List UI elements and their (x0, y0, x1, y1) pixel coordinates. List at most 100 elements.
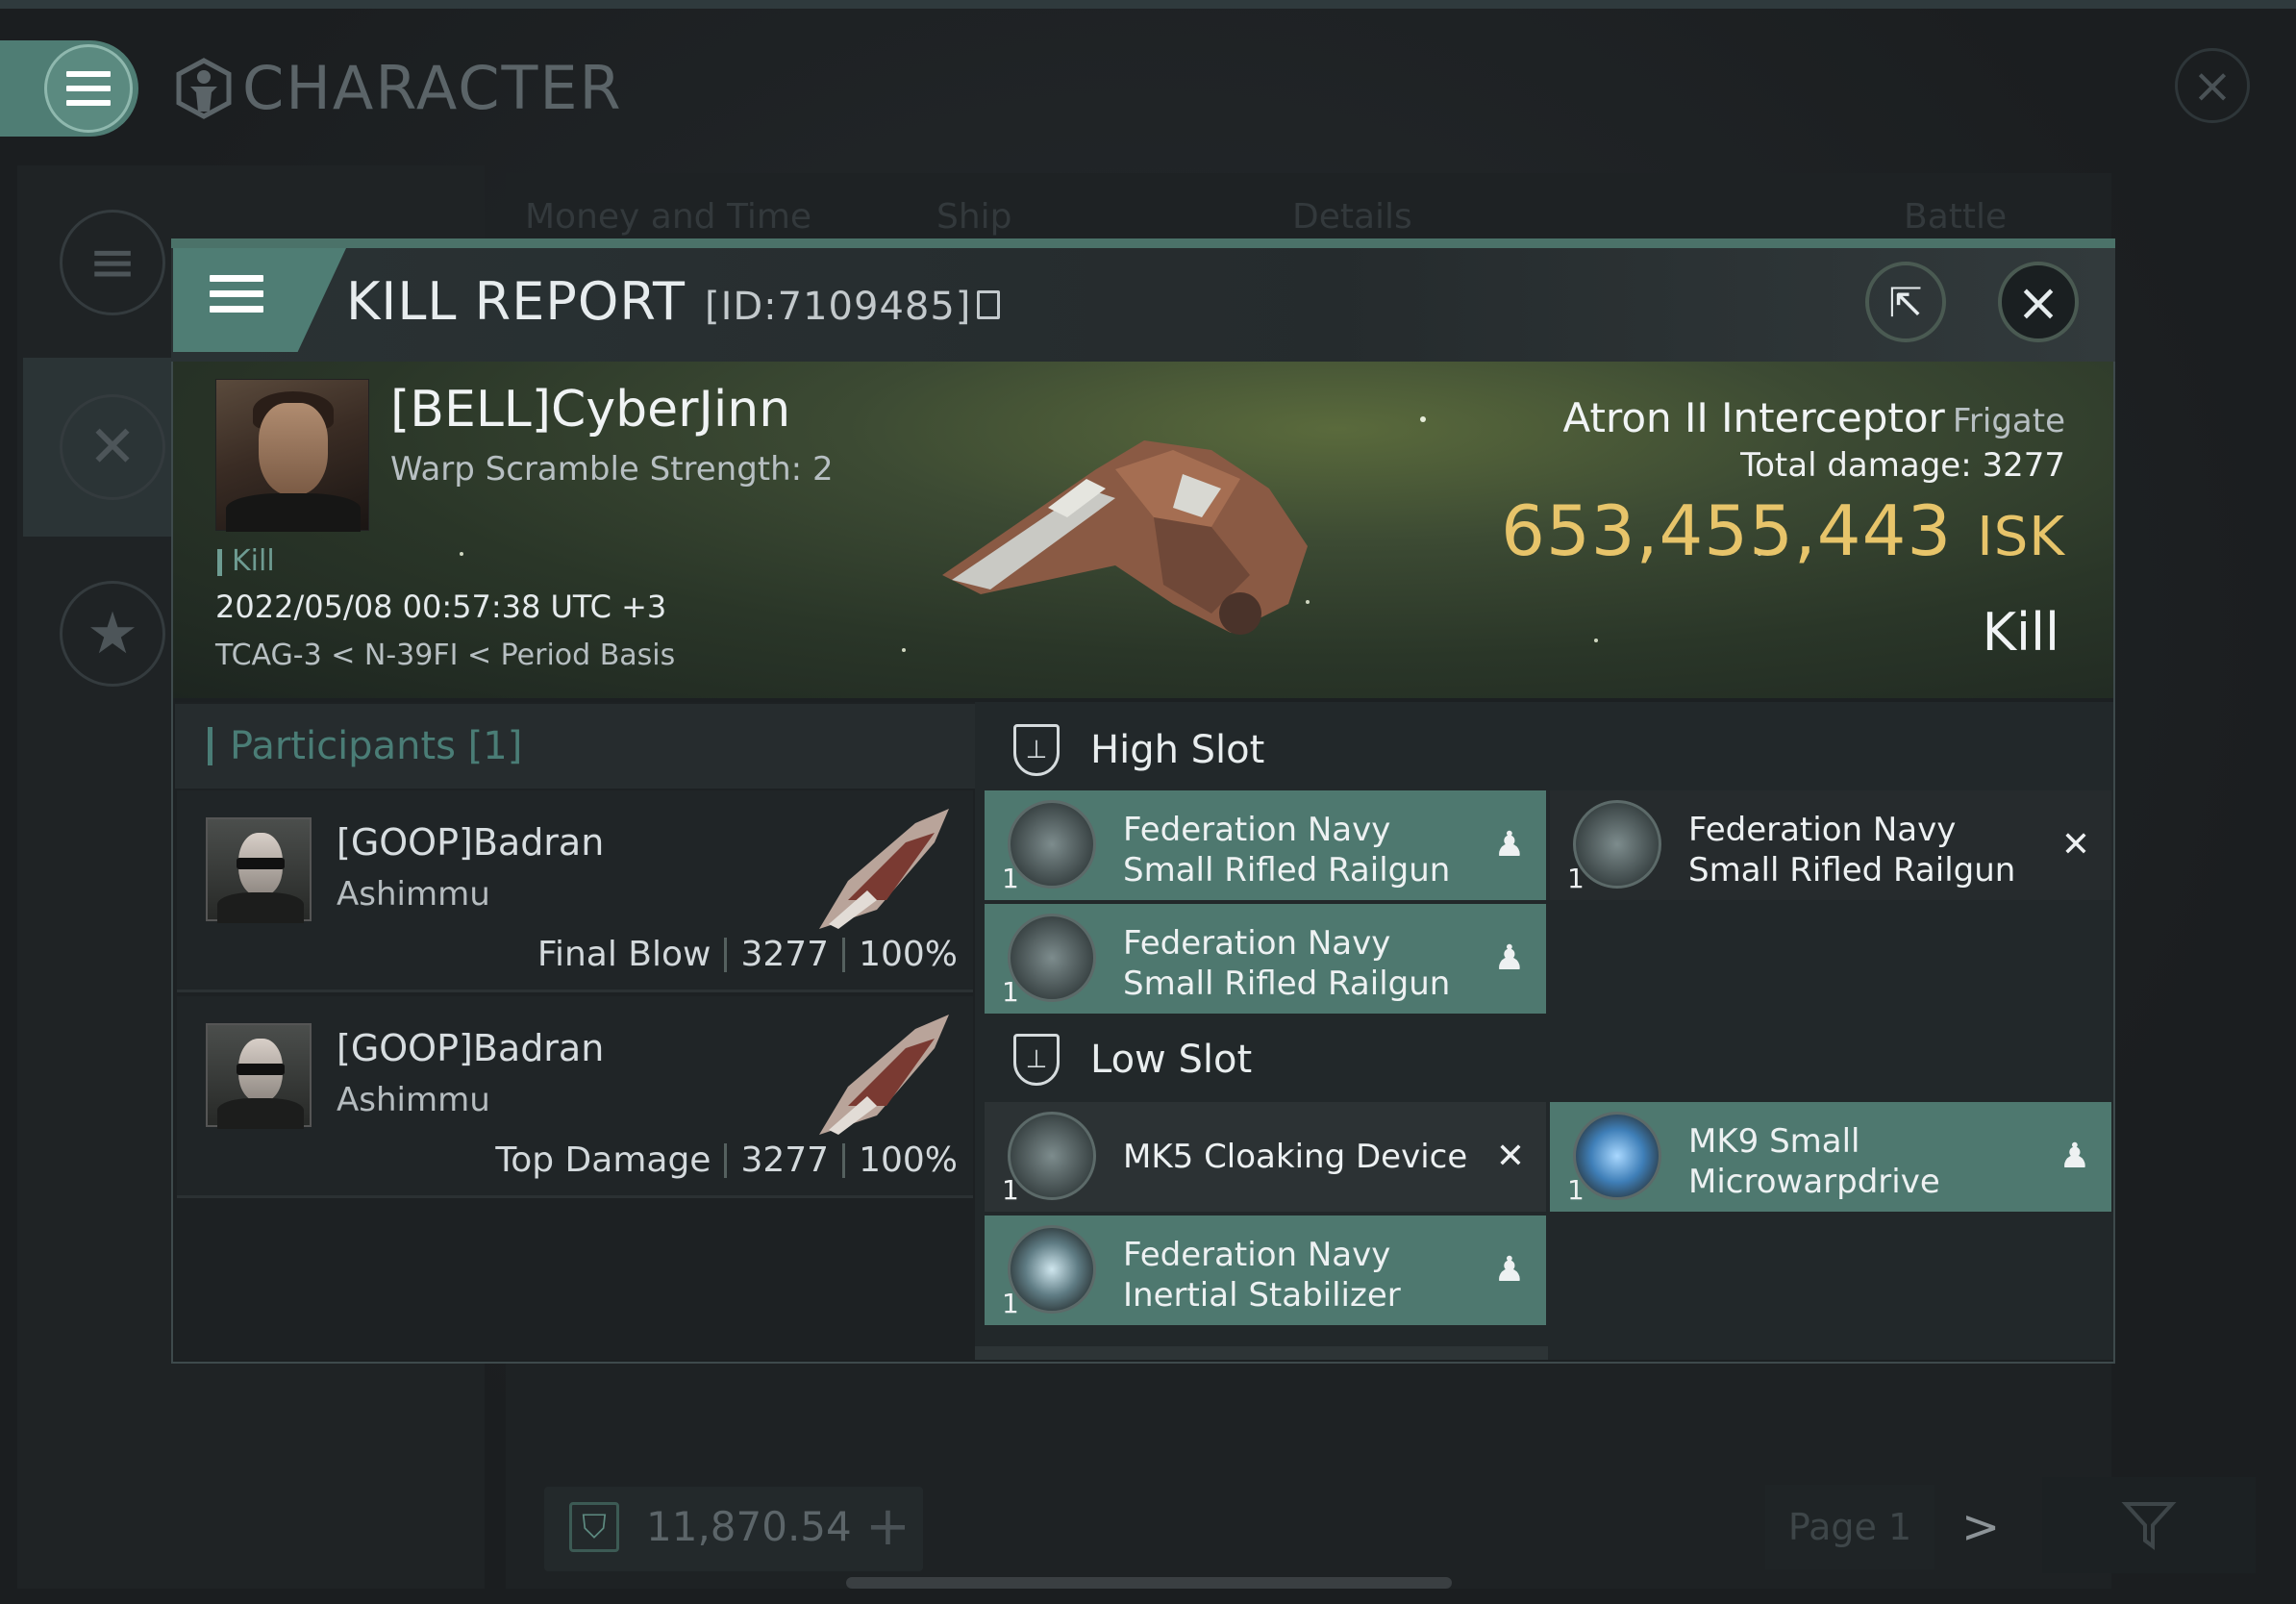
kill-tag: Kill (217, 544, 275, 578)
top-border (0, 0, 2296, 9)
pilot-icon: ♟ (1493, 825, 1525, 865)
module-name-line2: Inertial Stabilizer (1123, 1276, 1401, 1315)
participants-header-text: Participants [1] (230, 724, 523, 768)
menu-icon (210, 275, 263, 313)
report-title: KILL REPORT [ID:7109485] (346, 271, 1001, 332)
victim-ship[interactable]: Atron II Interceptor Frigate (1563, 394, 2065, 441)
swords-icon[interactable]: ✕ (60, 394, 165, 500)
shield-slot-icon: ⊥ (1013, 1034, 1060, 1086)
result-label: Kill (1982, 602, 2059, 663)
railgun-icon (1008, 914, 1096, 1002)
microwarpdrive-icon (1573, 1112, 1661, 1200)
railgun-icon (1573, 800, 1661, 889)
module-quantity: 1 (1567, 1174, 1585, 1206)
participant-ship: Ashimmu (337, 875, 490, 914)
fitted-module[interactable]: 1 Federation Navy Inertial Stabilizer ♟ (985, 1216, 1546, 1325)
participant-name[interactable]: [GOOP]Badran (337, 821, 604, 864)
star-icon[interactable]: ★ (60, 581, 165, 687)
filter-icon[interactable] (2042, 1477, 2256, 1573)
module-name: MK5 Cloaking Device (1123, 1138, 1468, 1176)
shield-slot-icon: ⊥ (1013, 724, 1060, 776)
share-icon[interactable]: ⇱ (1865, 262, 1946, 342)
participant-stats: Top Damage 3277 100% (495, 1140, 958, 1180)
kill-location[interactable]: TCAG-3 < N-39FI < Period Basis (215, 639, 675, 672)
module-name-line1: Federation Navy (1123, 924, 1391, 963)
ship-name[interactable]: Atron II Interceptor (1563, 394, 1945, 441)
wallet-icon: ⛉ (569, 1502, 619, 1552)
tab-details[interactable]: Details (1292, 197, 1412, 237)
participant-avatar[interactable] (206, 817, 312, 923)
module-name-line1: Federation Navy (1123, 1236, 1391, 1274)
wallet-value: 11,870.54 (646, 1503, 852, 1550)
page-indicator: Page 1 (1765, 1485, 1934, 1569)
participants-header[interactable]: Participants [1] (175, 704, 975, 789)
low-slot-header: ⊥ Low Slot (975, 1017, 1548, 1102)
destroyed-module[interactable]: 1 Federation Navy Small Rifled Railgun ✕ (1550, 790, 2111, 900)
victim-ship-image[interactable] (923, 383, 1346, 671)
window-accent-line (171, 238, 2115, 248)
participant-ship-image[interactable] (810, 804, 954, 939)
module-name: Federation Navy Small Rifled Railgun (1688, 810, 2015, 890)
ship-class: Frigate (1952, 402, 2065, 440)
warp-scramble-strength: Warp Scramble Strength: 2 (390, 450, 834, 489)
isk-amount: 653,455,443 (1501, 490, 1953, 571)
module-quantity: 1 (1002, 1288, 1019, 1319)
high-slot-title: High Slot (1090, 728, 1265, 772)
participant-label: Top Damage (495, 1140, 711, 1180)
participant-ship-image[interactable] (810, 1010, 954, 1144)
tab-ship[interactable]: Ship (936, 197, 1012, 237)
report-id-text: [ID:7109485] (704, 285, 972, 329)
tab-money-time[interactable]: Money and Time (525, 197, 811, 237)
main-menu-button[interactable] (0, 40, 138, 137)
inertial-stabilizer-icon (1008, 1225, 1096, 1314)
cloaking-device-icon (1008, 1112, 1096, 1200)
fitted-module[interactable]: 1 Federation Navy Small Rifled Railgun ♟ (985, 790, 1546, 900)
high-slot-header: ⊥ High Slot (975, 708, 1548, 792)
copy-icon[interactable] (977, 290, 1001, 319)
character-icon (176, 57, 232, 119)
next-page-icon[interactable]: > (1961, 1500, 2000, 1554)
close-icon[interactable]: × (1998, 262, 2079, 342)
module-name-line1: Federation Navy (1688, 811, 1957, 849)
participant-stats: Final Blow 3277 100% (537, 935, 958, 974)
report-id: [ID:7109485] (704, 285, 1001, 329)
module-name-line1: Federation Navy (1123, 811, 1391, 849)
module-quantity: 1 (1002, 976, 1019, 1008)
isk-unit: ISK (1977, 506, 2065, 568)
participant-damage: 3277 (740, 935, 830, 974)
app-root: CHARACTER × ≡ ✕ ★ Money and Time Ship De… (0, 0, 2296, 1604)
total-damage: Total damage: 3277 (1740, 446, 2065, 485)
victim-portrait[interactable] (215, 379, 369, 532)
railgun-icon (1008, 800, 1096, 889)
victim-name[interactable]: [BELL]CyberJinn (390, 381, 790, 439)
participant-percent: 100% (859, 1140, 958, 1180)
participant-row[interactable]: [GOOP]Badran Ashimmu Top Damage 3277 100% (177, 996, 973, 1198)
destroyed-module[interactable]: 1 MK5 Cloaking Device ✕ (985, 1102, 1546, 1212)
module-quantity: 1 (1567, 863, 1585, 894)
module-name: Federation Navy Small Rifled Railgun (1123, 810, 1450, 890)
participant-percent: 100% (859, 935, 958, 974)
participant-avatar[interactable] (206, 1023, 312, 1129)
total-damage-value: 3277 (1982, 446, 2065, 485)
module-quantity: 1 (1002, 1174, 1019, 1206)
module-name-line1: MK9 Small (1688, 1122, 1860, 1161)
module-name-line2: Small Rifled Railgun (1123, 965, 1451, 1003)
list-icon[interactable]: ≡ (60, 210, 165, 315)
module-name: Federation Navy Small Rifled Railgun (1123, 923, 1450, 1004)
close-icon[interactable]: × (2175, 48, 2250, 123)
isk-value: 653,455,443 ISK (1501, 490, 2065, 571)
pilot-icon: ♟ (1493, 1250, 1525, 1290)
participant-name[interactable]: [GOOP]Badran (337, 1027, 604, 1069)
fitted-module[interactable]: 1 Federation Navy Small Rifled Railgun ♟ (985, 904, 1546, 1014)
participant-row[interactable]: [GOOP]Badran Ashimmu Final Blow 3277 100% (177, 790, 973, 992)
next-slot-header-clipped (975, 1346, 1548, 1360)
scrollbar[interactable] (846, 1577, 1452, 1589)
participant-ship: Ashimmu (337, 1081, 490, 1119)
report-title-text: KILL REPORT (346, 271, 686, 332)
fitted-module[interactable]: 1 MK9 Small Microwarpdrive ♟ (1550, 1102, 2111, 1212)
total-damage-label: Total damage: (1740, 446, 1972, 485)
add-icon[interactable]: + (865, 1495, 911, 1558)
x-icon: ✕ (2060, 825, 2090, 865)
pilot-icon: ♟ (1493, 939, 1525, 978)
participant-label: Final Blow (537, 935, 711, 974)
